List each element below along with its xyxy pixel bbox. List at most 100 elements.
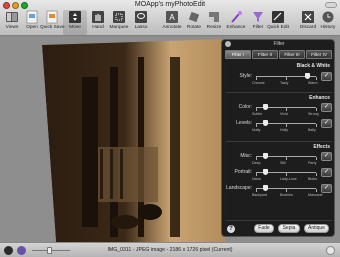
slider-option-label: Warm: [308, 81, 318, 85]
row-label: Portrait:: [234, 169, 252, 175]
slider-option-label: Strong: [308, 112, 319, 116]
slider-tick: [256, 77, 257, 80]
status-bar: IMG_0311 - JPEG image - 2186 x 1726 pixe…: [0, 242, 340, 257]
annotate-icon: A: [166, 11, 178, 23]
slider-knob[interactable]: [263, 104, 268, 110]
filter-icon: [253, 12, 263, 22]
lasso-icon: [135, 11, 147, 23]
window-title: MOApp's myPhotoEdit: [134, 1, 206, 8]
slider-tick: [316, 124, 317, 127]
tab-filter-4[interactable]: Filter IV: [306, 50, 332, 59]
separator: [226, 220, 332, 221]
section-enhance: Enhance: [309, 95, 330, 101]
section-effects: Effects: [313, 144, 330, 150]
slider-tick: [316, 108, 317, 111]
toolbar-enhance-button[interactable]: Enhance: [224, 10, 248, 35]
slider-tick: [316, 77, 317, 80]
enhance-icon: [231, 11, 242, 23]
row-label: Misc:: [240, 153, 252, 159]
quick-save-icon: [46, 10, 58, 24]
app-window: MOApp's myPhotoEdit Views Open Quick Sav…: [0, 0, 340, 257]
titlebar-toolbar: MOApp's myPhotoEdit Views Open Quick Sav…: [0, 0, 340, 36]
panel-title: Filter: [273, 41, 285, 47]
separator: [226, 141, 332, 142]
slider-knob[interactable]: [263, 185, 268, 191]
slider-tick: [256, 157, 257, 160]
slider-tick: [256, 108, 257, 111]
slider-option-label: Subtle: [252, 112, 263, 116]
slider-tick: [256, 173, 257, 176]
slider-tick: [286, 173, 287, 176]
sepia-button[interactable]: Sepia: [278, 224, 300, 233]
toolbar-history-button[interactable]: History: [316, 10, 340, 35]
apply-checkbox[interactable]: ✓: [321, 103, 332, 112]
quick-edit-icon: [272, 11, 284, 23]
slider-tick: [316, 157, 317, 160]
row-label: Style:: [239, 73, 252, 79]
toolbar-quick-save-button[interactable]: Quick Save: [40, 10, 65, 35]
slider-option-label: Still: [280, 161, 286, 165]
slider-tick: [316, 189, 317, 192]
slider-option-label: Tasty: [280, 81, 289, 85]
row-label: Levels:: [236, 120, 252, 126]
tab-filter-1[interactable]: Filter I: [225, 50, 251, 59]
toolbar-lasso-button[interactable]: Lasso: [129, 10, 153, 35]
slider-option-label: Party: [308, 161, 317, 165]
slider-option-label: Vivid: [280, 112, 288, 116]
slider-option-label: Lady-Love: [280, 177, 297, 181]
history-icon: [322, 11, 334, 23]
row-label: Landscape:: [226, 185, 252, 191]
slider-knob[interactable]: [263, 153, 268, 159]
slider-option-label: Mascarie: [308, 193, 323, 197]
fit-icon[interactable]: [326, 246, 335, 255]
slider-knob[interactable]: [305, 73, 310, 79]
slider-tick: [256, 124, 257, 127]
help-button[interactable]: ?: [227, 225, 235, 233]
slider-tick: [286, 77, 287, 80]
marquee-icon: [113, 11, 125, 23]
slider-option-label: Holly: [280, 128, 288, 132]
slider-option-label: Chrome: [252, 81, 265, 85]
slider-option-label: Deep: [252, 161, 261, 165]
slider-knob[interactable]: [263, 120, 268, 126]
slider-tick: [286, 189, 287, 192]
filter-panel: Filter Filter I Filter II Filter III Fil…: [221, 39, 335, 237]
status-text: IMG_0311 - JPEG image - 2186 x 1726 pixe…: [107, 247, 233, 253]
slider-option-label: Bally: [308, 128, 316, 132]
filter-tabs: Filter I Filter II Filter III Filter IV: [225, 50, 333, 59]
slider-tick: [286, 157, 287, 160]
toolbar-marquee-button[interactable]: Marquee: [107, 10, 131, 35]
separator: [226, 92, 332, 93]
slider-option-label: Nana: [252, 177, 261, 181]
antique-button[interactable]: Antique: [304, 224, 329, 233]
apply-checkbox[interactable]: ✓: [321, 72, 332, 81]
toolbar-annotate-button[interactable]: A Annotate: [160, 10, 184, 35]
fade-button[interactable]: Fade: [254, 224, 274, 233]
row-label: Color:: [238, 104, 252, 110]
apply-checkbox[interactable]: ✓: [321, 119, 332, 128]
apply-checkbox[interactable]: ✓: [321, 168, 332, 177]
move-icon: [69, 11, 81, 23]
rotate-icon: [188, 11, 200, 23]
views-icon: [6, 12, 18, 22]
resize-icon: [209, 12, 219, 22]
svg-text:A: A: [169, 13, 175, 22]
apply-checkbox[interactable]: ✓: [321, 152, 332, 161]
slider-option-label: Backyard: [252, 193, 267, 197]
slider-option-label: Bushies: [280, 193, 293, 197]
toolbar-move-button[interactable]: Move: [63, 10, 87, 35]
toolbar-quick-edit-button[interactable]: Quick Edit: [266, 10, 290, 35]
slider-tick: [286, 108, 287, 111]
slider-option-label: Nutty: [252, 128, 261, 132]
hand-icon: [92, 11, 104, 23]
apply-checkbox[interactable]: ✓: [321, 184, 332, 193]
slider-knob[interactable]: [263, 169, 268, 175]
section-black-white: Black & White: [296, 63, 330, 69]
tab-filter-3[interactable]: Filter III: [279, 50, 305, 59]
slider-tick: [256, 189, 257, 192]
tab-filter-2[interactable]: Filter II: [252, 50, 278, 59]
discard-icon: [302, 11, 314, 23]
slider-option-label: Blobs: [308, 177, 317, 181]
slider-tick: [286, 124, 287, 127]
toolbar-resize-button[interactable]: Resize: [202, 10, 226, 35]
